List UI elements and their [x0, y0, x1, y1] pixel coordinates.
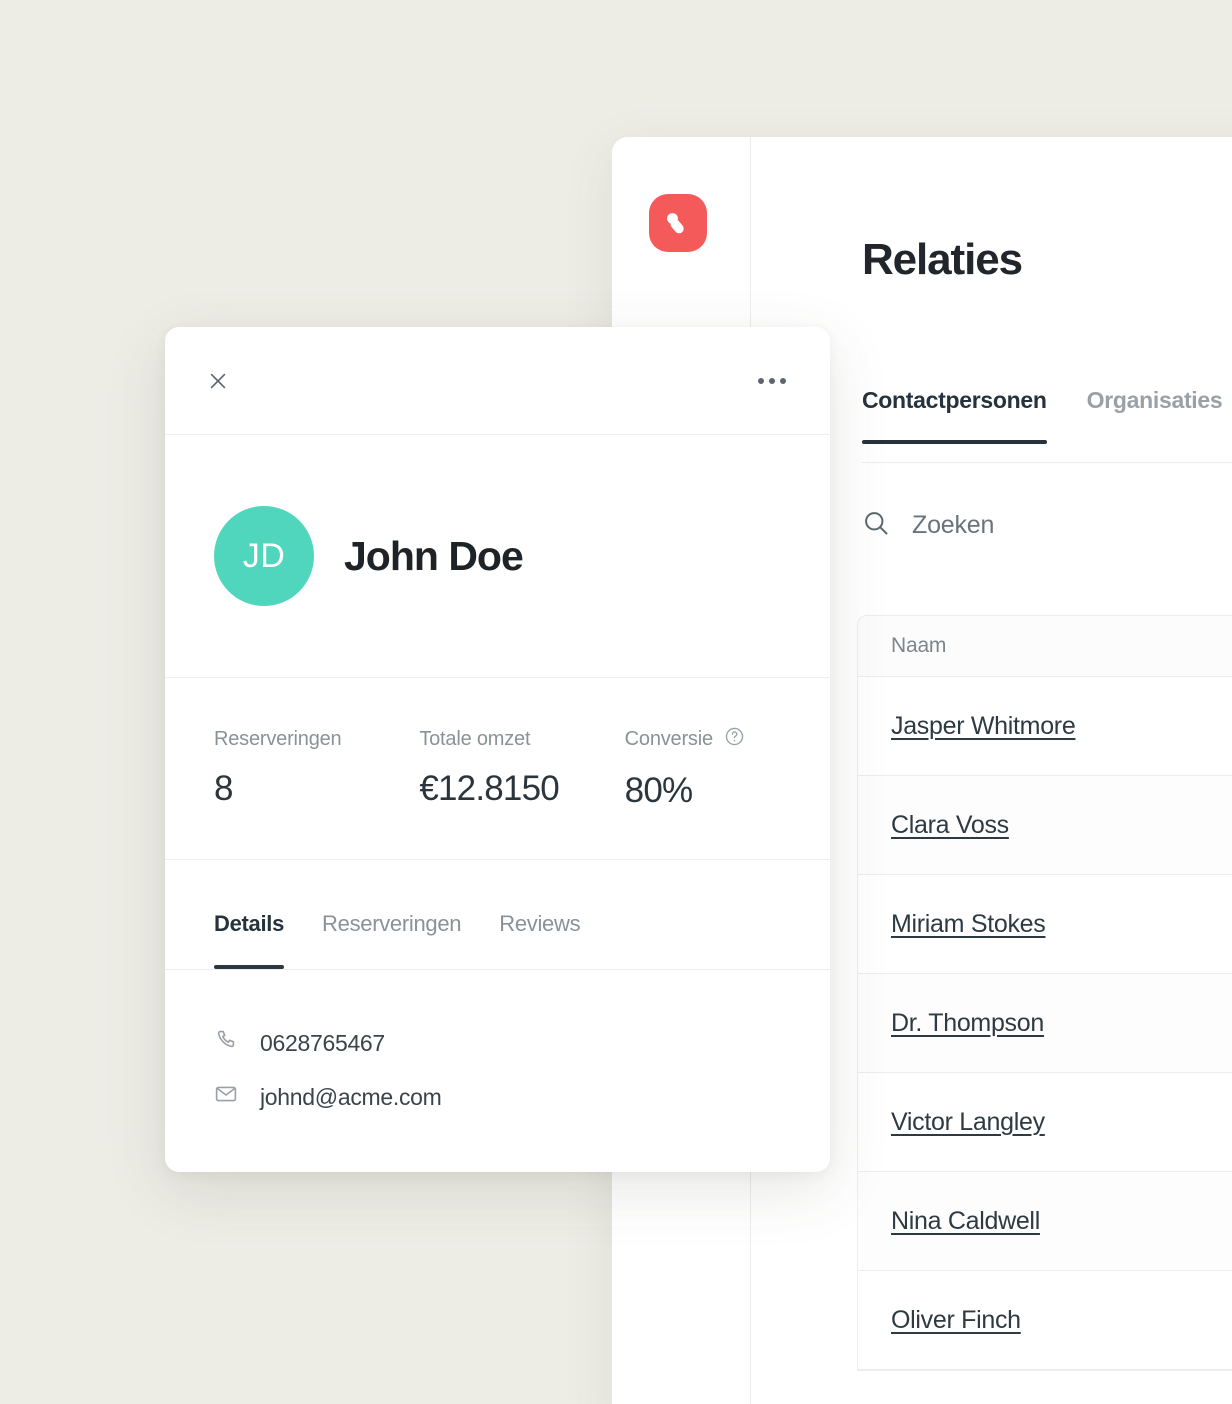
contact-link[interactable]: Clara Voss [891, 811, 1009, 840]
table-row[interactable]: Nina Caldwell [858, 1172, 1232, 1271]
column-header-naam: Naam [891, 634, 947, 657]
detail-row-email: johnd@acme.com [214, 1082, 830, 1112]
tab-reviews[interactable]: Reviews [499, 911, 580, 969]
close-icon[interactable] [203, 366, 233, 396]
stat-label: Totale omzet [419, 728, 624, 751]
contact-link[interactable]: Victor Langley [891, 1108, 1045, 1137]
stat-label: Conversie [625, 726, 830, 753]
table-header-row: Naam [858, 616, 1232, 677]
stat-conversie: Conversie 80% [625, 726, 830, 811]
tab-reserveringen[interactable]: Reserveringen [322, 911, 461, 969]
phone-value: 0628765467 [260, 1029, 385, 1056]
contact-link[interactable]: Dr. Thompson [891, 1009, 1044, 1038]
modal-details-panel: 0628765467 johnd@acme.com [165, 970, 830, 1112]
stat-value: 8 [214, 769, 233, 808]
search-icon [862, 509, 890, 542]
contact-link[interactable]: Miriam Stokes [891, 910, 1046, 939]
contact-link[interactable]: Jasper Whitmore [891, 712, 1076, 741]
tab-contactpersonen[interactable]: Contactpersonen [862, 387, 1047, 444]
stat-label-text: Conversie [624, 728, 713, 750]
contact-detail-modal: JD John Doe Reserveringen 8 Totale omzet… [165, 327, 830, 1172]
modal-header [165, 327, 830, 435]
mail-icon [214, 1082, 238, 1112]
tab-organisaties[interactable]: Organisaties [1087, 387, 1223, 444]
modal-identity: JD John Doe [165, 435, 830, 678]
screen: Relaties Contactpersonen Organisaties Na… [0, 0, 1232, 1404]
stat-label-text: Reserveringen [214, 728, 342, 750]
stat-value: €12.8150 [419, 769, 559, 808]
stat-totale-omzet: Totale omzet €12.8150 [419, 728, 624, 809]
table-row[interactable]: Victor Langley [858, 1073, 1232, 1172]
contact-link[interactable]: Nina Caldwell [891, 1207, 1040, 1236]
ellipsis-icon[interactable] [758, 377, 786, 384]
tab-divider [862, 462, 1232, 463]
search-bar [862, 509, 1192, 542]
stat-label-text: Totale omzet [419, 728, 531, 750]
stat-label: Reserveringen [214, 728, 419, 751]
table-row[interactable]: Dr. Thompson [858, 974, 1232, 1073]
tab-details[interactable]: Details [214, 911, 284, 969]
app-tab-bar: Contactpersonen Organisaties [862, 387, 1223, 444]
email-value: johnd@acme.com [260, 1083, 442, 1110]
table-row[interactable]: Miriam Stokes [858, 875, 1232, 974]
search-input[interactable] [912, 511, 1192, 540]
table-row[interactable]: Oliver Finch [858, 1271, 1232, 1370]
modal-stats: Reserveringen 8 Totale omzet €12.8150 Co… [165, 678, 830, 860]
phone-icon [214, 1028, 238, 1058]
help-circle-icon[interactable] [724, 726, 745, 753]
modal-tab-bar: Details Reserveringen Reviews [165, 860, 830, 970]
checkmark-logo-icon[interactable] [649, 194, 707, 252]
contact-link[interactable]: Oliver Finch [891, 1306, 1021, 1335]
avatar-initials: JD [242, 536, 286, 575]
avatar: JD [214, 506, 314, 606]
stat-reserveringen: Reserveringen 8 [214, 728, 419, 809]
stat-value: 80% [624, 771, 693, 810]
table-row[interactable]: Clara Voss [858, 776, 1232, 875]
contact-name: John Doe [344, 532, 524, 579]
table-row[interactable]: Jasper Whitmore [858, 677, 1232, 776]
contacts-table: Naam Jasper Whitmore Clara Voss Miriam S… [857, 615, 1232, 1371]
detail-row-phone: 0628765467 [214, 1028, 830, 1058]
page-title: Relaties [862, 235, 1023, 284]
